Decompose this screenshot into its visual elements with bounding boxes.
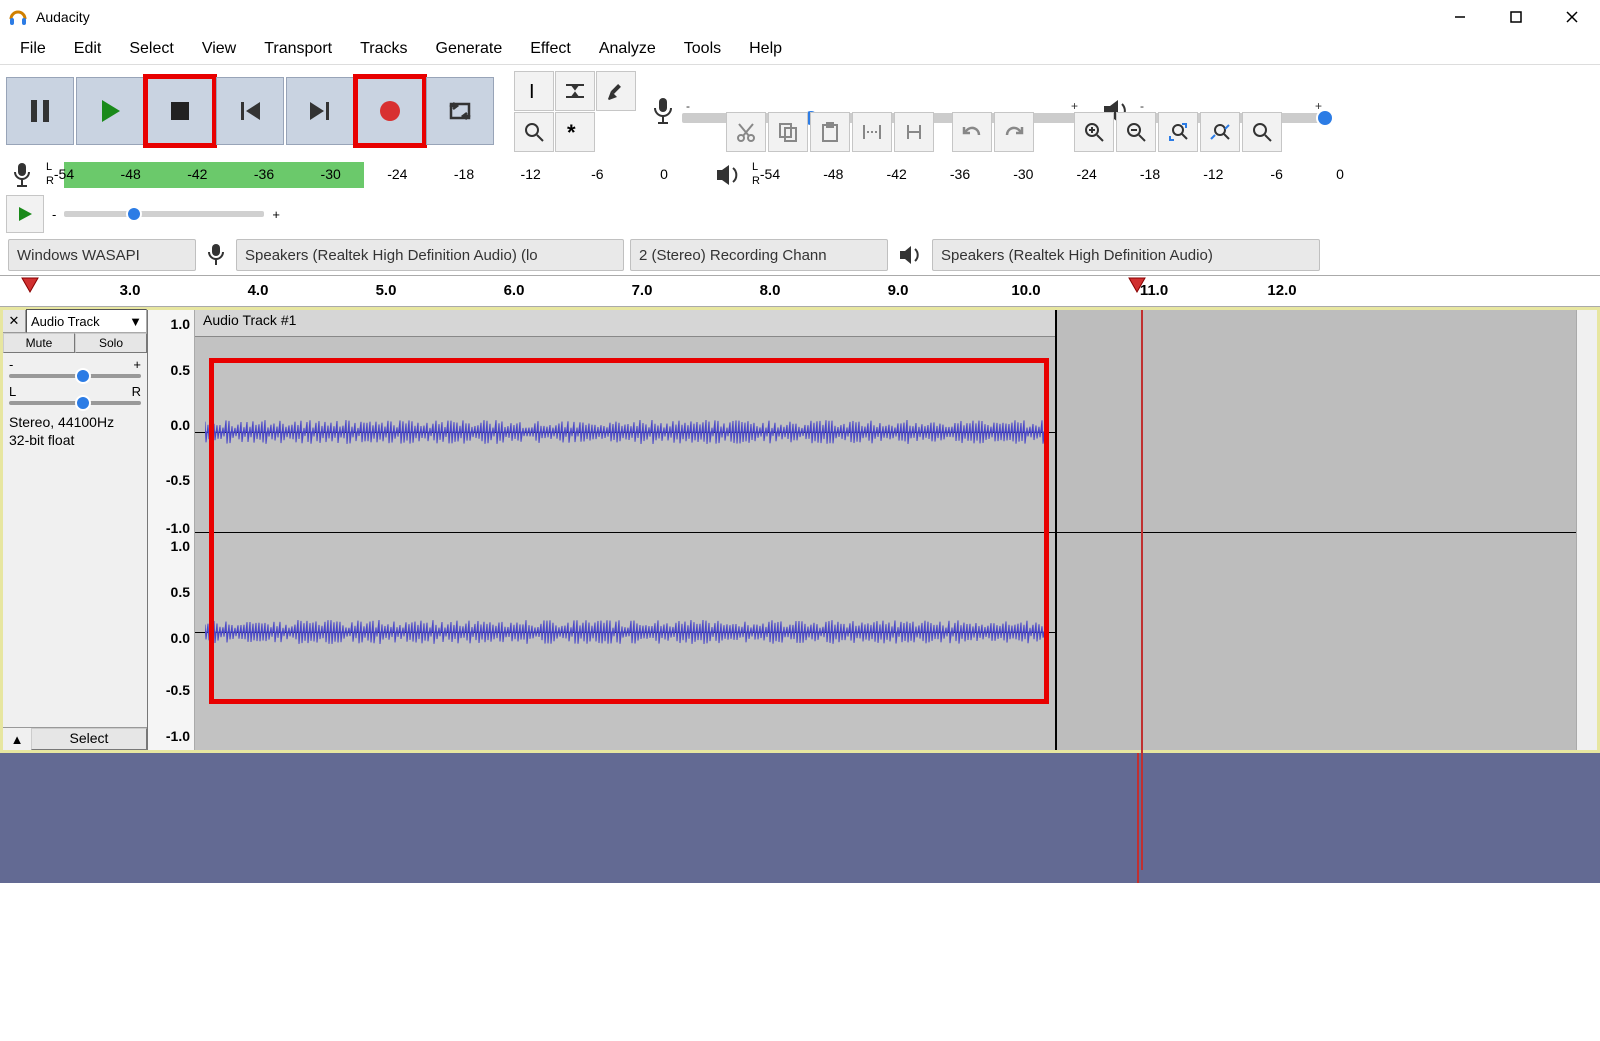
silence-icon[interactable] (894, 112, 934, 152)
playback-device-dropdown[interactable]: Speakers (Realtek High Definition Audio) (932, 239, 1320, 271)
quick-play-marker-icon[interactable] (20, 276, 40, 294)
recording-device-dropdown[interactable]: Speakers (Realtek High Definition Audio)… (236, 239, 624, 271)
multi-tool-icon[interactable]: * (555, 112, 595, 152)
window-controls (1432, 0, 1600, 34)
redo-icon[interactable] (994, 112, 1034, 152)
skip-start-button[interactable] (216, 77, 284, 145)
draw-tool-icon[interactable] (596, 71, 636, 111)
fit-selection-icon[interactable] (1158, 112, 1198, 152)
svg-text:*: * (567, 121, 576, 143)
highlight-box (209, 358, 1049, 704)
svg-text:I: I (529, 81, 535, 102)
loop-button[interactable] (426, 77, 494, 145)
mic-icon (206, 243, 226, 267)
waveform-area[interactable]: Audio Track #1 (195, 310, 1576, 750)
cut-icon[interactable] (726, 112, 766, 152)
transport-toolbar (6, 77, 494, 145)
empty-track-area[interactable] (0, 753, 1600, 883)
amplitude-ruler: 1.00.50.0-0.5-1.01.00.50.0-0.5-1.0 (148, 310, 195, 750)
menu-bar: File Edit Select View Transport Tracks G… (0, 34, 1600, 65)
menu-analyze[interactable]: Analyze (585, 36, 670, 62)
menu-file[interactable]: File (6, 36, 60, 62)
menu-generate[interactable]: Generate (422, 36, 517, 62)
tools-toolbar: I * (514, 71, 636, 152)
zoom-toggle-icon[interactable] (1242, 112, 1282, 152)
timeline-ruler[interactable]: 3.04.05.06.07.08.09.010.011.012.0 (0, 275, 1600, 307)
menu-select[interactable]: Select (115, 36, 187, 62)
envelope-tool-icon[interactable] (555, 71, 595, 111)
zoom-in-icon[interactable] (1074, 112, 1114, 152)
menu-edit[interactable]: Edit (60, 36, 116, 62)
vertical-scrollbar[interactable] (1576, 310, 1597, 750)
solo-button[interactable]: Solo (75, 333, 147, 353)
minimize-button[interactable] (1432, 0, 1488, 34)
trim-icon[interactable] (852, 112, 892, 152)
track-collapse-button[interactable]: ▲ (3, 732, 31, 747)
mic-icon (650, 96, 676, 126)
copy-icon[interactable] (768, 112, 808, 152)
pan-slider[interactable] (9, 401, 141, 405)
recording-channels-dropdown[interactable]: 2 (Stereo) Recording Chann (630, 239, 888, 271)
close-button[interactable] (1544, 0, 1600, 34)
menu-transport[interactable]: Transport (250, 36, 346, 62)
app-title: Audacity (36, 9, 90, 25)
menu-effect[interactable]: Effect (516, 36, 585, 62)
undo-icon[interactable] (952, 112, 992, 152)
edit-toolbar (726, 112, 1282, 152)
play-meter-speaker-icon[interactable] (712, 159, 744, 191)
mute-button[interactable]: Mute (3, 333, 75, 353)
maximize-button[interactable] (1488, 0, 1544, 34)
play-at-speed-button[interactable] (6, 195, 44, 233)
menu-view[interactable]: View (188, 36, 250, 62)
track-select-button[interactable]: Select (31, 728, 147, 750)
app-icon (8, 7, 28, 27)
gain-slider[interactable] (9, 374, 141, 378)
rec-meter-mic-icon[interactable] (6, 159, 38, 191)
zoom-tool-icon[interactable] (514, 112, 554, 152)
tracks-panel: ✕ Audio Track▼ Mute Solo -+ LR Stereo, 4… (0, 307, 1600, 753)
speaker-icon (898, 244, 922, 266)
menu-tools[interactable]: Tools (670, 36, 735, 62)
play-button[interactable] (76, 77, 144, 145)
audio-host-dropdown[interactable]: Windows WASAPI (8, 239, 196, 271)
playhead-line-lower (1137, 753, 1139, 883)
title-bar: Audacity (0, 0, 1600, 34)
stop-button[interactable] (146, 77, 214, 145)
playback-speed-slider[interactable] (64, 211, 264, 217)
track-close-button[interactable]: ✕ (3, 310, 26, 332)
fit-project-icon[interactable] (1200, 112, 1240, 152)
playback-meter[interactable]: LR -54-48-42-36-30-24-18-12-60 (752, 160, 1352, 190)
paste-icon[interactable] (810, 112, 850, 152)
track-format-label: Stereo, 44100Hz32-bit float (3, 407, 147, 455)
menu-help[interactable]: Help (735, 36, 796, 62)
recording-meter[interactable]: LR -54-48-42-36-30-24-18-12-60 (46, 160, 676, 190)
menu-tracks[interactable]: Tracks (346, 36, 421, 62)
track-menu-dropdown[interactable]: Audio Track▼ (26, 309, 147, 333)
playhead-line (1141, 310, 1143, 870)
pause-button[interactable] (6, 77, 74, 145)
device-toolbar: Windows WASAPI Speakers (Realtek High De… (0, 235, 1600, 275)
record-button[interactable] (356, 77, 424, 145)
track-control-panel: ✕ Audio Track▼ Mute Solo -+ LR Stereo, 4… (3, 310, 148, 750)
skip-end-button[interactable] (286, 77, 354, 145)
selection-tool-icon[interactable]: I (514, 71, 554, 111)
zoom-out-icon[interactable] (1116, 112, 1156, 152)
